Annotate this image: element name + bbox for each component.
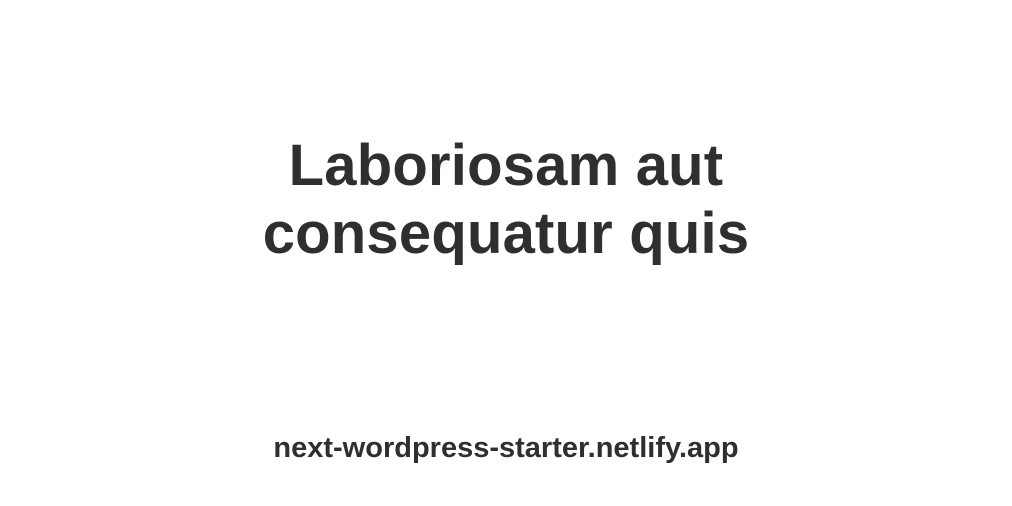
page-title-line-1: Laboriosam aut bbox=[288, 133, 724, 198]
page-title: Laboriosam aut consequatur quis bbox=[0, 132, 1012, 268]
site-domain: next-wordpress-starter.netlify.app bbox=[273, 432, 739, 464]
og-image-card: Laboriosam aut consequatur quis next-wor… bbox=[0, 0, 1012, 506]
page-title-line-2: consequatur quis bbox=[262, 201, 750, 266]
